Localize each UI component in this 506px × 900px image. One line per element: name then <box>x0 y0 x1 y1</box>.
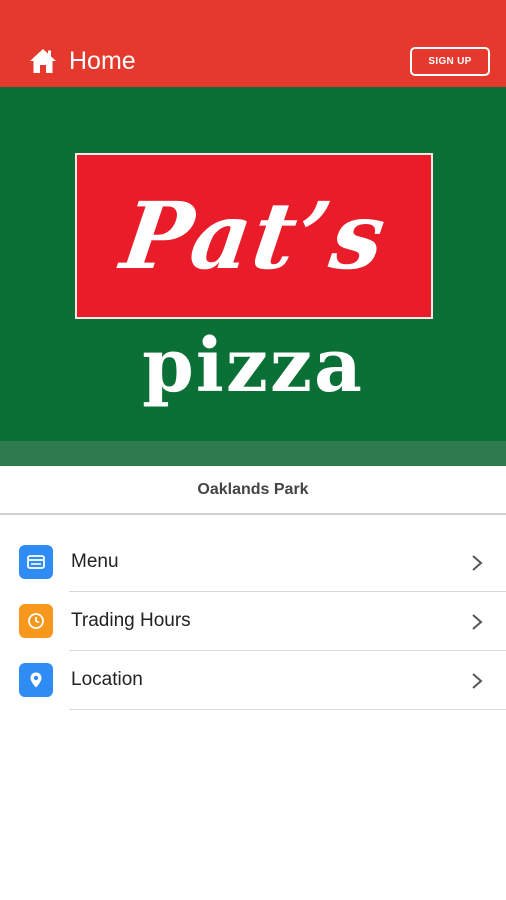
app-header: Home SIGN UP <box>0 0 506 87</box>
nav-item-label: Menu <box>71 551 119 572</box>
logo-word-text: pizza <box>142 323 364 409</box>
location-name: Oaklands Park <box>0 466 506 515</box>
sign-up-button[interactable]: SIGN UP <box>410 47 490 76</box>
chevron-right-icon <box>472 555 483 571</box>
chevron-right-icon <box>472 614 483 630</box>
nav-item-label: Location <box>71 669 143 690</box>
nav-item-location[interactable]: Location <box>0 651 506 710</box>
chevron-right-icon <box>472 673 483 689</box>
nav-list: Menu Trading Hours Location <box>0 533 506 710</box>
map-pin-icon <box>19 663 53 697</box>
menu-icon <box>19 545 53 579</box>
divider <box>69 709 506 710</box>
logo-script-text: Pat’s <box>115 182 393 290</box>
home-icon <box>29 48 57 74</box>
page-title: Home <box>69 46 136 75</box>
nav-item-trading-hours[interactable]: Trading Hours <box>0 592 506 651</box>
logo-box: Pat’s <box>75 153 433 319</box>
hero-strip <box>0 441 506 466</box>
hero-banner: Pat’s pizza <box>0 87 506 441</box>
clock-icon <box>19 604 53 638</box>
home-button[interactable]: Home <box>29 44 136 78</box>
nav-item-menu[interactable]: Menu <box>0 533 506 592</box>
nav-item-label: Trading Hours <box>71 610 191 631</box>
